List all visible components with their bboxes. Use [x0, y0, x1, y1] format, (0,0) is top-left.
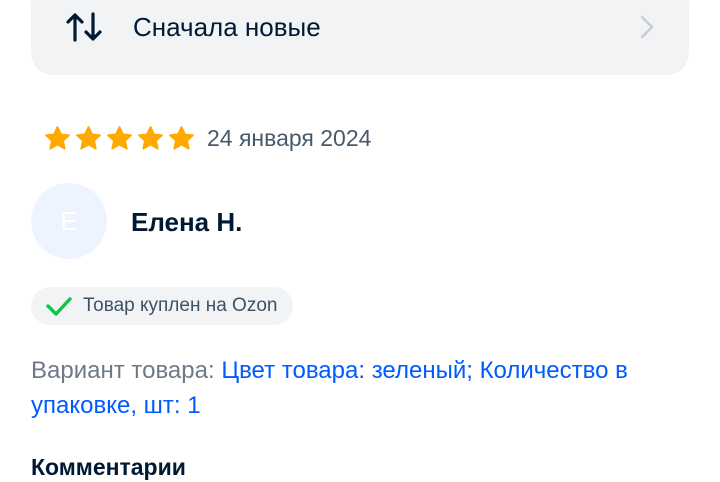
review-date: 24 января 2024 — [207, 125, 372, 151]
sort-label: Сначала новые — [133, 12, 321, 42]
product-variant: Вариант товара: Цвет товара: зеленый; Ко… — [31, 353, 691, 423]
star-icon — [76, 125, 101, 150]
chevron-right-icon — [640, 15, 654, 39]
variant-label: Вариант товара: — [31, 357, 222, 384]
star-icon — [169, 125, 194, 150]
verified-purchase-badge: Товар куплен на Ozon — [31, 287, 294, 325]
avatar: Е — [31, 183, 107, 259]
star-icon — [45, 125, 70, 150]
comments-heading: Комментарии — [31, 454, 186, 480]
verified-label: Товар куплен на Ozon — [83, 295, 278, 316]
check-icon — [46, 297, 72, 316]
sort-button[interactable]: Сначала новые — [31, 0, 689, 75]
sort-arrows-icon — [66, 12, 102, 42]
review-rating-row: 24 января 2024 — [44, 121, 371, 155]
star-icon — [138, 125, 163, 150]
star-icon — [107, 125, 132, 150]
rating-stars — [44, 125, 195, 152]
author-name: Елена Н. — [131, 207, 243, 237]
